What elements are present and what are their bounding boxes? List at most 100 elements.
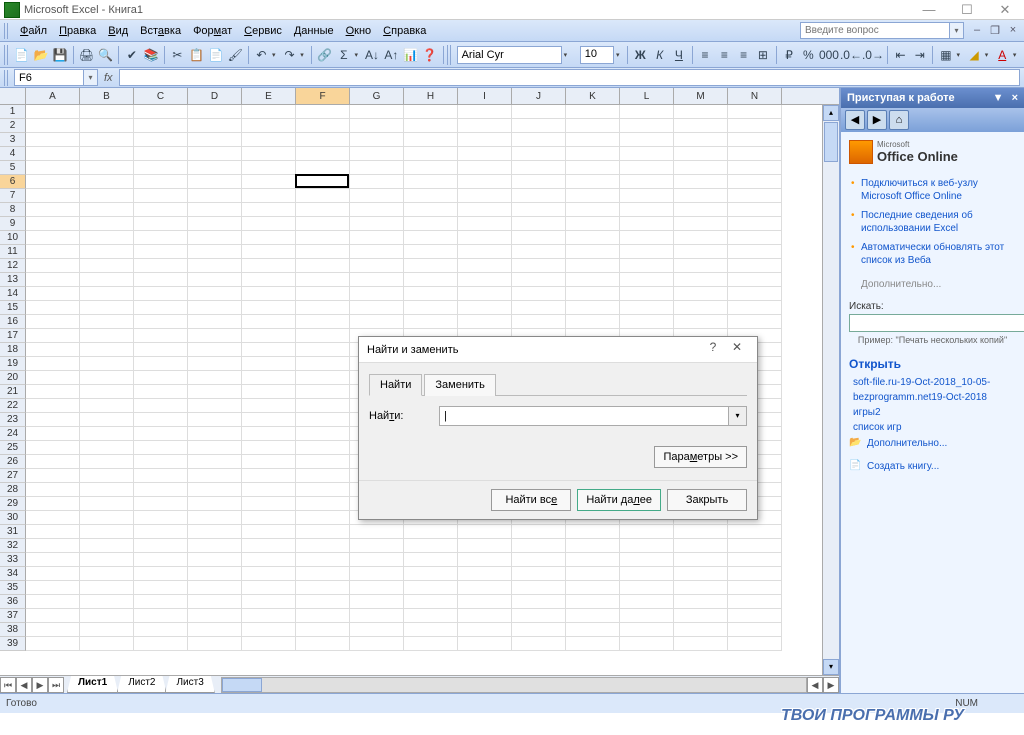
toolbar-grip[interactable] xyxy=(447,45,452,65)
cell[interactable] xyxy=(674,161,728,175)
cell[interactable] xyxy=(242,385,296,399)
cell[interactable] xyxy=(80,357,134,371)
cell[interactable] xyxy=(728,147,782,161)
cell[interactable] xyxy=(26,273,80,287)
column-header-G[interactable]: G xyxy=(350,88,404,104)
menu-edit[interactable]: Правка xyxy=(53,23,102,39)
decrease-indent-icon[interactable]: ⇤ xyxy=(892,45,909,65)
autosum-icon[interactable]: Σ xyxy=(335,45,352,65)
cell[interactable] xyxy=(188,147,242,161)
cell[interactable] xyxy=(728,245,782,259)
cell[interactable] xyxy=(80,329,134,343)
cell[interactable] xyxy=(188,469,242,483)
cell[interactable] xyxy=(134,315,188,329)
cell[interactable] xyxy=(512,273,566,287)
task-pane-link[interactable]: Автоматически обновлять этот список из В… xyxy=(849,238,1016,270)
cell[interactable] xyxy=(620,147,674,161)
mdi-minimize[interactable]: – xyxy=(970,24,984,37)
cell[interactable] xyxy=(242,329,296,343)
cell[interactable] xyxy=(458,231,512,245)
cell[interactable] xyxy=(26,329,80,343)
paste-icon[interactable]: 📄 xyxy=(207,45,224,65)
column-header-A[interactable]: A xyxy=(26,88,80,104)
tab-nav-next[interactable]: ▶ xyxy=(32,677,48,693)
cell[interactable] xyxy=(620,105,674,119)
fill-color-dropdown[interactable]: ▾ xyxy=(985,51,992,59)
task-pane-more[interactable]: Дополнительно... xyxy=(849,276,1016,293)
cell[interactable] xyxy=(242,203,296,217)
cell[interactable] xyxy=(512,119,566,133)
cell[interactable] xyxy=(404,259,458,273)
cell[interactable] xyxy=(26,357,80,371)
hscroll-right[interactable]: ▶ xyxy=(823,677,839,693)
row-header[interactable]: 4 xyxy=(0,147,26,161)
cell[interactable] xyxy=(188,609,242,623)
cell[interactable] xyxy=(458,525,512,539)
row-header[interactable]: 28 xyxy=(0,483,26,497)
cell[interactable] xyxy=(188,413,242,427)
cell[interactable] xyxy=(80,231,134,245)
cell[interactable] xyxy=(296,441,350,455)
cell[interactable] xyxy=(26,441,80,455)
cell[interactable] xyxy=(188,315,242,329)
underline-icon[interactable]: Ч xyxy=(670,45,687,65)
cell[interactable] xyxy=(80,609,134,623)
task-pane-close-icon[interactable]: × xyxy=(1012,92,1018,104)
scroll-up-arrow[interactable]: ▴ xyxy=(823,105,839,121)
cell[interactable] xyxy=(566,147,620,161)
cell[interactable] xyxy=(188,441,242,455)
cell[interactable] xyxy=(134,133,188,147)
scroll-thumb[interactable] xyxy=(824,122,838,162)
cell[interactable] xyxy=(674,595,728,609)
cell[interactable] xyxy=(458,147,512,161)
cell[interactable] xyxy=(728,525,782,539)
cell[interactable] xyxy=(26,511,80,525)
cell[interactable] xyxy=(404,539,458,553)
cell[interactable] xyxy=(26,343,80,357)
column-header-B[interactable]: B xyxy=(80,88,134,104)
autosum-dropdown[interactable]: ▾ xyxy=(355,51,362,59)
cell[interactable] xyxy=(242,623,296,637)
cell[interactable] xyxy=(188,623,242,637)
cell[interactable] xyxy=(26,133,80,147)
cell[interactable] xyxy=(674,231,728,245)
hyperlink-icon[interactable]: 🔗 xyxy=(316,45,333,65)
cell[interactable] xyxy=(26,287,80,301)
cell[interactable] xyxy=(620,133,674,147)
cell[interactable] xyxy=(134,469,188,483)
cell[interactable] xyxy=(620,245,674,259)
cell[interactable] xyxy=(566,623,620,637)
cell[interactable] xyxy=(134,245,188,259)
cell[interactable] xyxy=(404,245,458,259)
cell[interactable] xyxy=(512,259,566,273)
cell[interactable] xyxy=(458,623,512,637)
cell[interactable] xyxy=(80,539,134,553)
hscroll-thumb[interactable] xyxy=(222,678,262,692)
copy-icon[interactable]: 📋 xyxy=(188,45,205,65)
sort-desc-icon[interactable]: A↑ xyxy=(383,45,400,65)
currency-icon[interactable]: ₽ xyxy=(780,45,797,65)
cell[interactable] xyxy=(404,525,458,539)
cell[interactable] xyxy=(404,567,458,581)
dialog-help-button[interactable]: ? xyxy=(701,340,725,360)
cell[interactable] xyxy=(242,567,296,581)
cell[interactable] xyxy=(350,133,404,147)
row-header[interactable]: 7 xyxy=(0,189,26,203)
find-dropdown[interactable]: ▾ xyxy=(729,406,747,426)
row-header[interactable]: 22 xyxy=(0,399,26,413)
cell[interactable] xyxy=(620,175,674,189)
cell[interactable] xyxy=(296,581,350,595)
row-header[interactable]: 10 xyxy=(0,231,26,245)
cell[interactable] xyxy=(134,119,188,133)
cell[interactable] xyxy=(134,413,188,427)
cell[interactable] xyxy=(134,147,188,161)
cell[interactable] xyxy=(26,231,80,245)
cell[interactable] xyxy=(188,553,242,567)
cell[interactable] xyxy=(26,553,80,567)
cell[interactable] xyxy=(566,273,620,287)
row-header[interactable]: 21 xyxy=(0,385,26,399)
cell[interactable] xyxy=(26,203,80,217)
cell[interactable] xyxy=(296,175,350,189)
cell[interactable] xyxy=(296,119,350,133)
cell[interactable] xyxy=(188,539,242,553)
